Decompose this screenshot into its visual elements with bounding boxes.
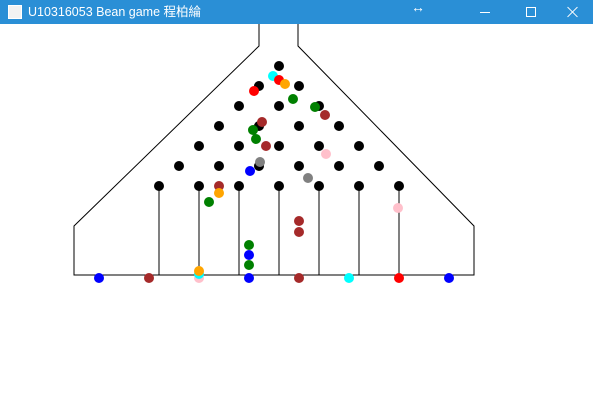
peg xyxy=(294,121,304,131)
minimize-button[interactable] xyxy=(462,0,508,24)
peg xyxy=(194,141,204,151)
falling-ball xyxy=(288,94,298,104)
peg xyxy=(334,121,344,131)
slot-ball xyxy=(344,273,354,283)
peg xyxy=(214,161,224,171)
slot-ball xyxy=(294,216,304,226)
slot-ball xyxy=(94,273,104,283)
peg xyxy=(274,101,284,111)
falling-ball xyxy=(204,197,214,207)
app-icon xyxy=(8,5,22,19)
peg xyxy=(234,181,244,191)
board-outline xyxy=(73,24,475,276)
peg xyxy=(354,181,364,191)
slot-ball xyxy=(194,266,204,276)
maximize-button[interactable] xyxy=(508,0,554,24)
peg xyxy=(194,181,204,191)
board-frame xyxy=(73,24,475,276)
peg xyxy=(334,161,344,171)
falling-ball xyxy=(214,188,224,198)
peg xyxy=(374,161,384,171)
falling-ball xyxy=(249,86,259,96)
bean-game-window: U10316053 Bean game 程柏綸 ↔ xyxy=(0,0,593,416)
slot-ball xyxy=(444,273,454,283)
peg xyxy=(274,61,284,71)
slot-ball xyxy=(244,260,254,270)
peg xyxy=(314,181,324,191)
peg xyxy=(394,181,404,191)
peg xyxy=(214,121,224,131)
slot-ball xyxy=(244,273,254,283)
peg xyxy=(294,81,304,91)
falling-ball xyxy=(257,117,267,127)
falling-ball xyxy=(251,134,261,144)
slot-ball xyxy=(394,273,404,283)
bean-machine-canvas xyxy=(73,24,475,283)
peg xyxy=(234,101,244,111)
slot-ball xyxy=(144,273,154,283)
falling-ball xyxy=(280,79,290,89)
minimize-icon xyxy=(480,11,490,13)
peg xyxy=(354,141,364,151)
ball-layer xyxy=(94,71,454,283)
slot-ball xyxy=(294,227,304,237)
peg xyxy=(274,181,284,191)
maximize-icon xyxy=(526,7,536,17)
peg xyxy=(274,141,284,151)
slot-ball xyxy=(294,273,304,283)
falling-ball xyxy=(303,173,313,183)
falling-ball xyxy=(320,110,330,120)
falling-ball xyxy=(393,203,403,213)
peg xyxy=(234,141,244,151)
falling-ball xyxy=(310,102,320,112)
falling-ball xyxy=(255,157,265,167)
peg xyxy=(154,181,164,191)
peg xyxy=(294,161,304,171)
slot-ball xyxy=(244,240,254,250)
title-bar[interactable]: U10316053 Bean game 程柏綸 ↔ xyxy=(0,0,593,24)
peg xyxy=(314,141,324,151)
close-icon xyxy=(567,6,579,18)
slot-ball xyxy=(244,250,254,260)
close-button[interactable] xyxy=(552,0,593,24)
resize-cursor-icon: ↔ xyxy=(411,0,425,15)
falling-ball xyxy=(248,125,258,135)
falling-ball xyxy=(261,141,271,151)
peg xyxy=(174,161,184,171)
window-title: U10316053 Bean game 程柏綸 xyxy=(28,5,202,19)
falling-ball xyxy=(321,149,331,159)
falling-ball xyxy=(245,166,255,176)
